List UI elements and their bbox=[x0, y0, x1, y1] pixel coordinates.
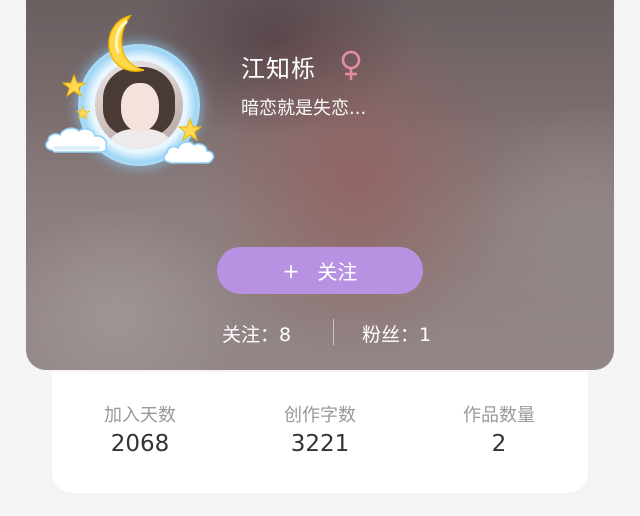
following-count-link[interactable]: 关注：8 bbox=[222, 320, 291, 347]
follow-button-label: 关注 bbox=[317, 260, 358, 284]
user-stats-card: 加入天数 2068 创作字数 3221 作品数量 2 bbox=[52, 372, 588, 493]
stat-works-count[interactable]: 作品数量 2 bbox=[414, 404, 584, 458]
following-count: 8 bbox=[279, 324, 292, 346]
female-gender-icon bbox=[341, 50, 361, 80]
plus-icon: + bbox=[282, 258, 300, 283]
moon-icon bbox=[108, 14, 145, 72]
user-signature: 暗恋就是失恋... bbox=[241, 98, 367, 119]
stat-value: 2 bbox=[491, 431, 507, 457]
cloud-icon bbox=[163, 141, 215, 164]
stats-divider bbox=[333, 319, 334, 345]
cloud-icon bbox=[45, 127, 108, 153]
stat-label: 创作字数 bbox=[284, 405, 356, 426]
profile-page: 江知栎 暗恋就是失恋... + 关注 关注：8 粉丝：1 加入天数 2068 创… bbox=[0, 0, 640, 516]
follow-button[interactable]: + 关注 bbox=[217, 247, 423, 294]
avatar[interactable] bbox=[44, 8, 216, 178]
stat-word-count: 创作字数 3221 bbox=[235, 404, 405, 458]
star-icon bbox=[76, 106, 90, 120]
fans-label: 粉丝： bbox=[362, 324, 420, 346]
star-icon bbox=[62, 74, 86, 98]
stat-value: 2068 bbox=[110, 431, 170, 457]
stat-value: 3221 bbox=[290, 431, 350, 457]
stat-label: 作品数量 bbox=[463, 405, 535, 426]
fans-count: 1 bbox=[419, 324, 432, 346]
stat-join-days: 加入天数 2068 bbox=[55, 404, 225, 458]
username: 江知栎 bbox=[241, 55, 316, 83]
stat-label: 加入天数 bbox=[104, 405, 176, 426]
following-label: 关注： bbox=[222, 324, 280, 346]
fans-count-link[interactable]: 粉丝：1 bbox=[362, 320, 431, 347]
